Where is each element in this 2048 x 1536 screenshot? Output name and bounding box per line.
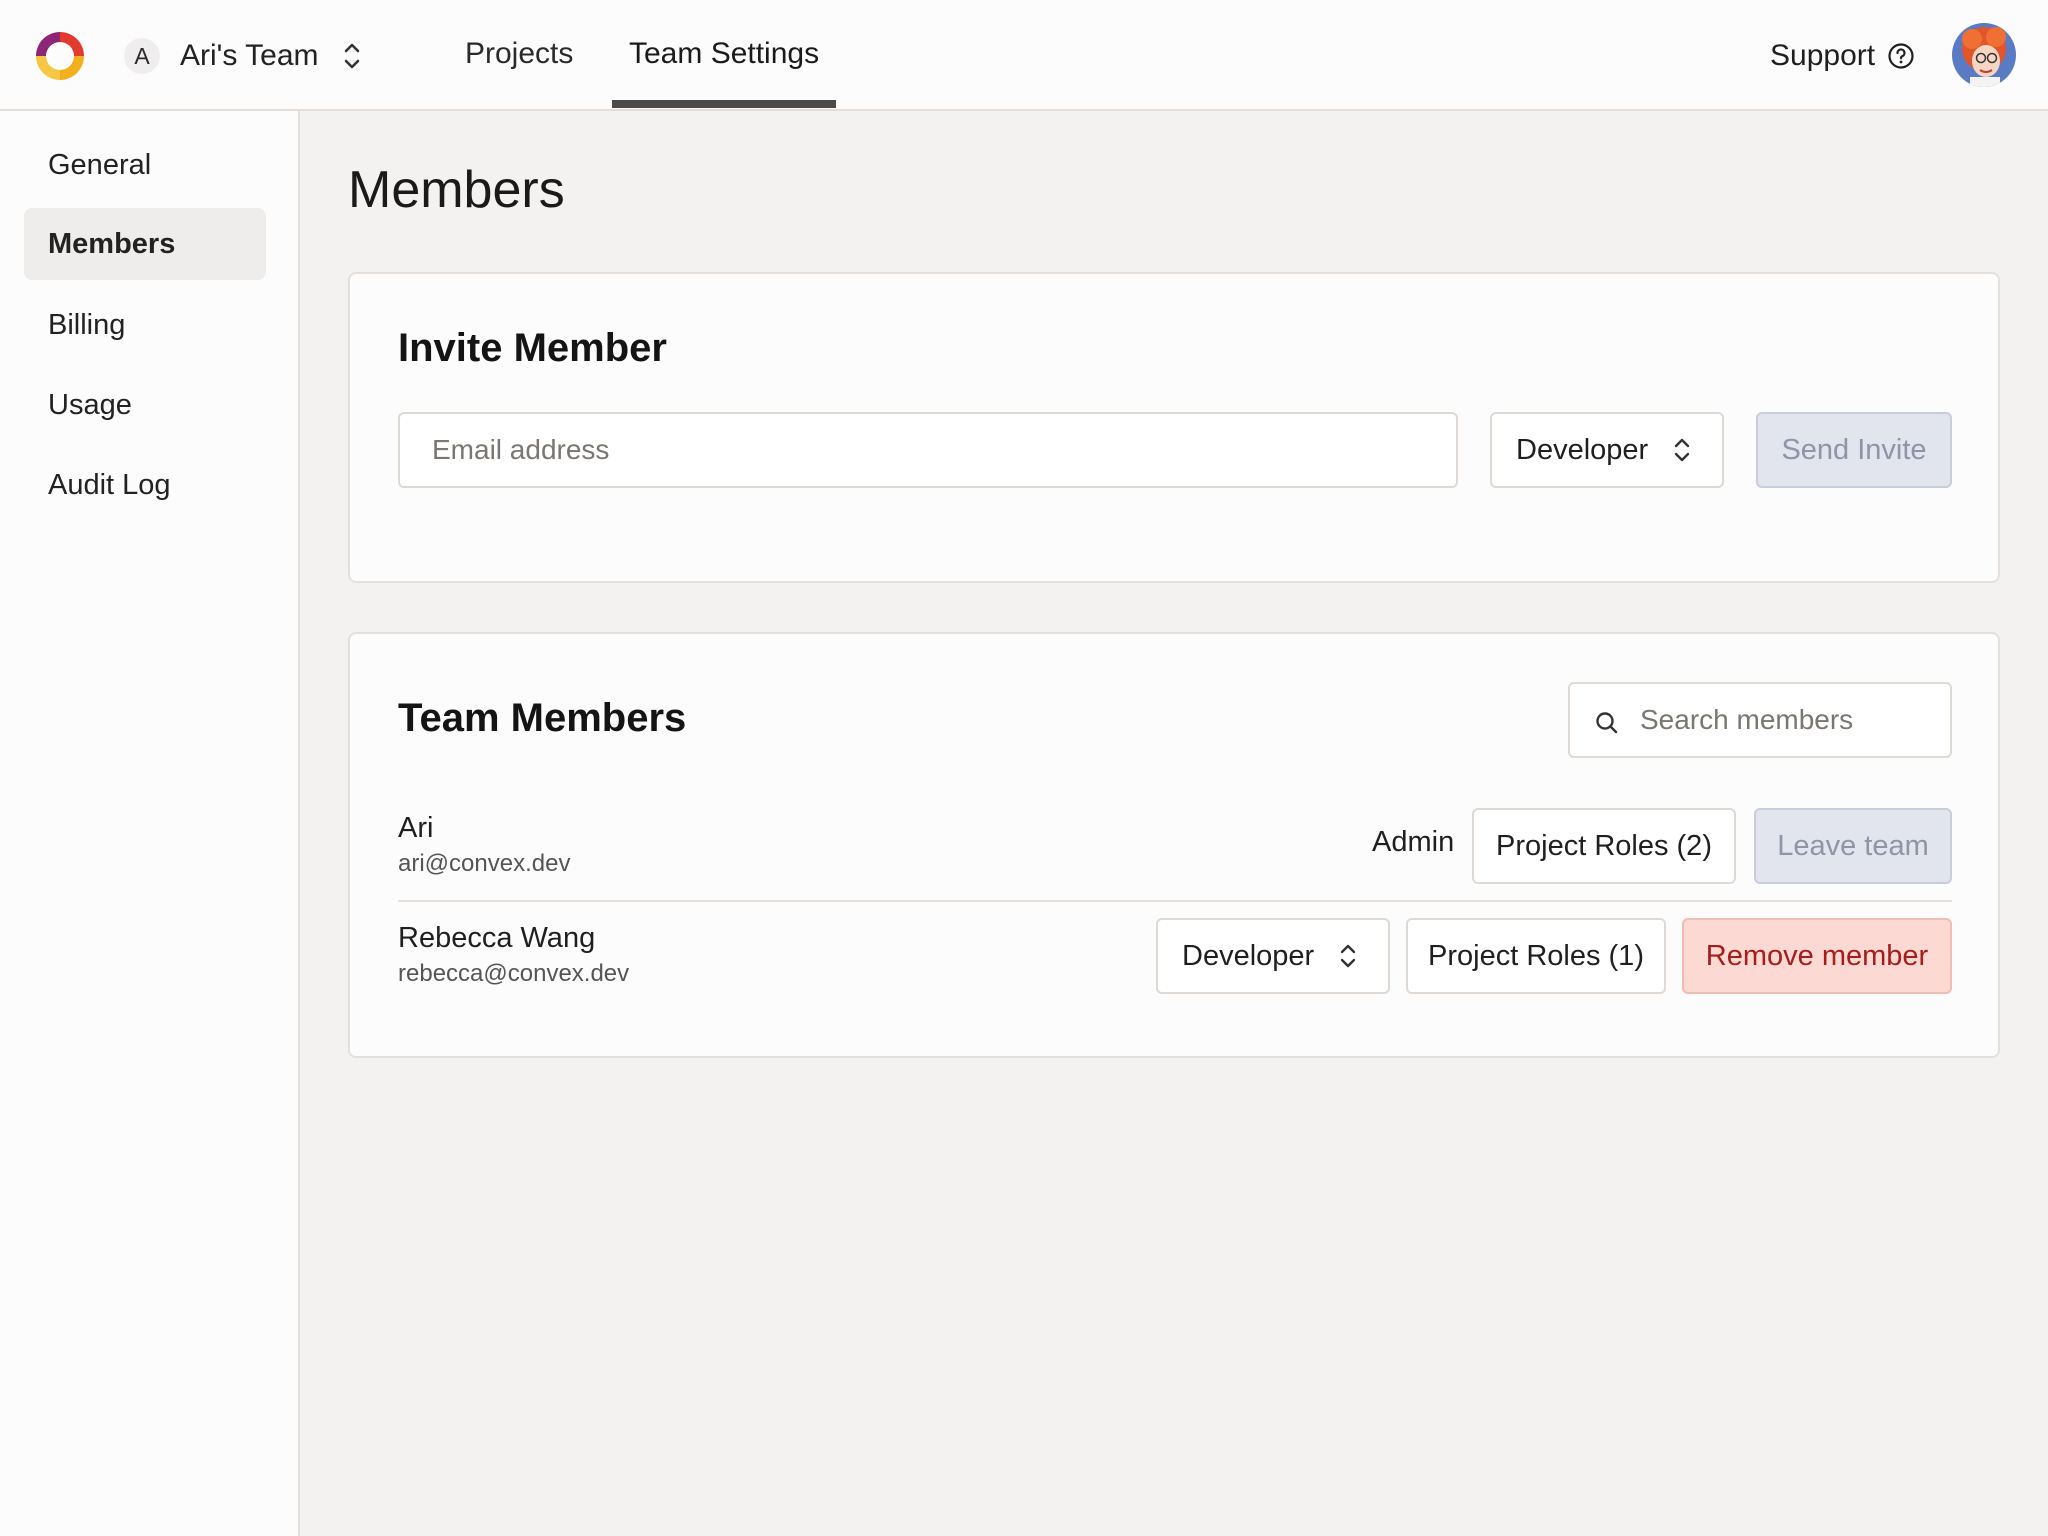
- top-bar: A Ari's Team Projects Team Settings Supp…: [0, 0, 2048, 111]
- team-switcher[interactable]: A Ari's Team: [124, 36, 363, 76]
- sidebar-item-usage[interactable]: Usage: [24, 369, 266, 441]
- email-input[interactable]: Email address: [398, 412, 1458, 488]
- invite-role-value: Developer: [1516, 433, 1649, 466]
- project-roles-button[interactable]: Project Roles (1): [1406, 918, 1666, 994]
- invite-member-card: Invite Member Email address Developer Se…: [348, 272, 2000, 583]
- tab-team-settings[interactable]: Team Settings: [629, 0, 819, 108]
- active-tab-indicator: [612, 100, 836, 108]
- page-title: Members: [348, 161, 565, 219]
- tab-projects[interactable]: Projects: [465, 0, 573, 108]
- team-members-card: Team Members Search members Ari ari@conv…: [348, 632, 2000, 1058]
- member-name: Ari: [398, 812, 434, 844]
- team-avatar: A: [124, 38, 160, 74]
- sidebar-item-billing[interactable]: Billing: [24, 289, 266, 361]
- user-avatar[interactable]: [1952, 23, 2016, 87]
- member-name: Rebecca Wang: [398, 922, 596, 954]
- send-invite-button[interactable]: Send Invite: [1756, 412, 1952, 488]
- search-members-input[interactable]: Search members: [1568, 682, 1952, 758]
- sidebar-item-general[interactable]: General: [24, 129, 266, 201]
- convex-logo-icon[interactable]: [30, 26, 90, 86]
- team-members-title: Team Members: [398, 696, 687, 740]
- chevron-up-down-icon: [344, 43, 359, 69]
- invite-member-title: Invite Member: [398, 326, 667, 370]
- chevron-up-down-icon: [1340, 944, 1356, 968]
- leave-team-button[interactable]: Leave team: [1754, 808, 1952, 884]
- member-role: Admin: [1372, 826, 1455, 858]
- team-name: Ari's Team: [180, 39, 319, 72]
- project-roles-button[interactable]: Project Roles (2): [1472, 808, 1736, 884]
- member-role-value: Developer: [1182, 939, 1315, 972]
- search-icon: [1596, 712, 1618, 734]
- invite-role-select[interactable]: Developer: [1490, 412, 1724, 488]
- support-label: Support: [1770, 39, 1876, 72]
- sidebar-item-audit-log[interactable]: Audit Log: [24, 449, 266, 521]
- remove-member-button[interactable]: Remove member: [1682, 918, 1952, 994]
- sidebar: General Members Billing Usage Audit Log: [0, 111, 300, 1536]
- support-button[interactable]: Support: [1770, 36, 1915, 76]
- email-input-placeholder: Email address: [432, 434, 610, 465]
- member-role-select[interactable]: Developer: [1156, 918, 1390, 994]
- chevron-up-down-icon: [1674, 438, 1690, 462]
- search-members-placeholder: Search members: [1640, 704, 1854, 735]
- member-divider: [398, 900, 1952, 902]
- sidebar-item-members[interactable]: Members: [24, 208, 266, 280]
- member-email: rebecca@convex.dev: [398, 960, 630, 987]
- question-circle-icon: [1888, 43, 1914, 69]
- member-email: ari@convex.dev: [398, 850, 571, 877]
